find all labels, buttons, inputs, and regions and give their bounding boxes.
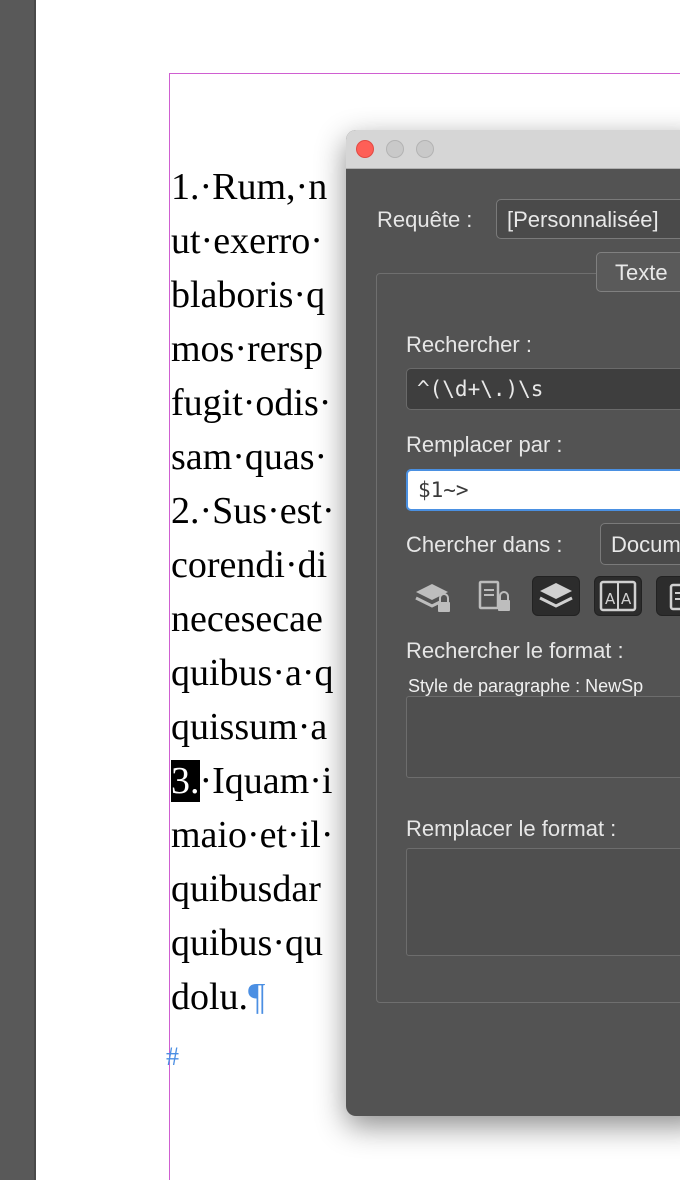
- text-line-content: sam·quas·: [171, 436, 328, 478]
- text-line[interactable]: necesecae: [171, 592, 323, 646]
- text-line[interactable]: sam·quas·: [171, 430, 327, 484]
- dialog-titlebar[interactable]: [346, 130, 680, 169]
- text-line[interactable]: ut·exerro·: [171, 214, 323, 268]
- find-format-box[interactable]: [406, 696, 680, 778]
- text-line[interactable]: dolu.¶: [171, 970, 265, 1024]
- text-line-content: ut·exerro·: [171, 220, 323, 262]
- text-line[interactable]: quibusdar: [171, 862, 321, 916]
- svg-text:A: A: [605, 590, 616, 608]
- find-format-label: Rechercher le format :: [406, 638, 624, 663]
- search-in-label: Chercher dans :: [406, 532, 563, 557]
- include-master-pages-icon[interactable]: A A: [594, 576, 642, 616]
- text-line[interactable]: 2.·Sus·est·: [171, 484, 335, 538]
- include-hidden-layers-icon[interactable]: [532, 576, 580, 616]
- text-line[interactable]: quibus·qu: [171, 916, 323, 970]
- text-line-content: quibus·a·q: [171, 652, 334, 694]
- find-label: Rechercher :: [406, 332, 532, 357]
- text-line[interactable]: mos·rersp: [171, 322, 323, 376]
- text-line-content: corendi·di: [171, 544, 328, 586]
- text-line-content: blaboris·q: [171, 274, 326, 316]
- search-in-dropdown[interactable]: Docum: [600, 523, 680, 565]
- find-change-dialog[interactable]: Requête : [Personnalisée] Texte Recherch…: [346, 130, 680, 1116]
- replace-format-box[interactable]: [406, 848, 680, 956]
- tab-texte[interactable]: Texte: [596, 252, 680, 292]
- query-dropdown[interactable]: [Personnalisée]: [496, 199, 680, 239]
- text-line-content: mos·rersp: [171, 328, 323, 370]
- text-line-content: fugit·odis·: [171, 382, 332, 424]
- text-selection[interactable]: 3.: [171, 760, 200, 802]
- text-line-content: ·Iquam·i: [199, 760, 333, 802]
- svg-text:A: A: [621, 590, 632, 608]
- text-line-content: 2.·Sus·est·: [171, 490, 335, 532]
- text-line-content: maio·et·il·: [171, 814, 334, 856]
- text-line[interactable]: 3.·Iquam·i: [171, 754, 332, 808]
- text-line[interactable]: fugit·odis·: [171, 376, 331, 430]
- text-line-content: 1.·Rum,·n: [171, 166, 328, 208]
- text-line[interactable]: maio·et·il·: [171, 808, 333, 862]
- include-locked-layers-icon[interactable]: [408, 576, 456, 616]
- text-line[interactable]: corendi·di: [171, 538, 327, 592]
- text-line[interactable]: 1.·Rum,·n: [171, 160, 327, 214]
- minimize-button[interactable]: [386, 140, 404, 158]
- include-footnotes-icon[interactable]: [656, 576, 680, 616]
- find-format-value: Style de paragraphe : NewSp: [408, 676, 644, 696]
- replace-input[interactable]: $1~>: [406, 469, 680, 511]
- text-line[interactable]: blaboris·q: [171, 268, 325, 322]
- text-line-content: quibus·qu: [171, 922, 323, 964]
- text-line-content: necesecae: [171, 598, 323, 640]
- margin-guide-left: [169, 73, 170, 1180]
- text-line-content: quissum·a: [171, 706, 328, 748]
- end-of-story-marker: #: [166, 1042, 179, 1071]
- find-input[interactable]: ^(\d+\.)\s: [406, 368, 680, 410]
- text-line-content: dolu.: [171, 976, 249, 1018]
- replace-label: Remplacer par :: [406, 432, 563, 457]
- margin-guide-top: [169, 73, 680, 74]
- text-line-content: quibusdar: [171, 868, 321, 910]
- replace-format-label: Remplacer le format :: [406, 816, 617, 841]
- query-label: Requête :: [377, 207, 473, 232]
- pilcrow-mark: ¶: [248, 976, 266, 1018]
- text-line[interactable]: quibus·a·q: [171, 646, 334, 700]
- include-locked-stories-icon[interactable]: [470, 576, 518, 616]
- pasteboard: [0, 0, 34, 1180]
- text-line[interactable]: quissum·a: [171, 700, 327, 754]
- zoom-button[interactable]: [416, 140, 434, 158]
- close-button[interactable]: [356, 140, 374, 158]
